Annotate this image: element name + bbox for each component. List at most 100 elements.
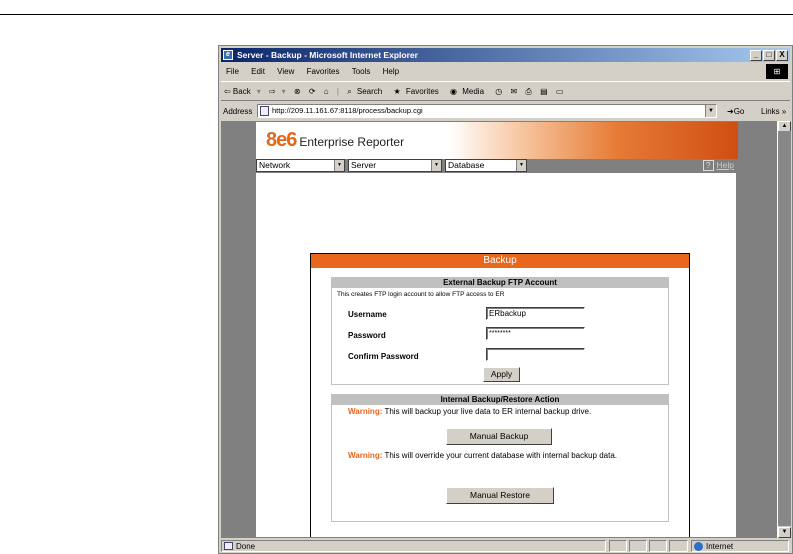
- warning-word: Warning:: [348, 407, 383, 416]
- restore-section-heading: Internal Backup/Restore Action: [332, 395, 668, 405]
- favorites-label: Favorites: [405, 87, 439, 96]
- toolbar-separator: |: [336, 87, 339, 96]
- vertical-scrollbar[interactable]: ▲ ▼: [777, 121, 791, 538]
- go-label: Go: [733, 107, 745, 116]
- history-icon[interactable]: ◷: [495, 87, 502, 96]
- restore-warning-text: This will override your current database…: [384, 451, 618, 460]
- address-input[interactable]: http://209.11.161.67:8118/process/backup…: [257, 104, 717, 118]
- print-icon[interactable]: ⎙: [525, 87, 531, 96]
- links-button[interactable]: Links »: [761, 103, 786, 120]
- ftp-account-section: External Backup FTP Account This creates…: [331, 277, 669, 385]
- status-cell: [629, 540, 647, 552]
- media-button[interactable]: ◉ Media: [450, 87, 487, 96]
- search-label: Search: [356, 87, 383, 96]
- mail-icon[interactable]: ✉: [510, 87, 517, 96]
- title-bar[interactable]: e Server - Backup - Microsoft Internet E…: [221, 48, 790, 62]
- address-label: Address: [223, 107, 253, 116]
- left-gutter: [222, 122, 256, 537]
- chevron-down-icon: ▼: [431, 160, 441, 171]
- server-dropdown[interactable]: Server ▼: [348, 159, 442, 172]
- menu-help[interactable]: Help: [383, 67, 399, 76]
- top-rule: [0, 14, 793, 15]
- menu-bar: File Edit View Favorites Tools Help: [221, 65, 790, 79]
- ie-window: e Server - Backup - Microsoft Internet E…: [218, 45, 793, 554]
- help-link[interactable]: ? Help: [702, 159, 734, 172]
- backup-warning: Warning: This will backup your live data…: [348, 407, 658, 416]
- manual-backup-button[interactable]: Manual Backup: [446, 428, 552, 445]
- edit-icon[interactable]: ▤: [540, 87, 548, 96]
- back-button[interactable]: ⇦ Back: [224, 87, 251, 96]
- page-icon: [260, 106, 269, 116]
- page-done-icon: [224, 542, 233, 550]
- database-dropdown[interactable]: Database ▼: [445, 159, 527, 172]
- help-icon: ?: [702, 160, 714, 171]
- chevron-down-icon: ▼: [334, 160, 344, 171]
- status-cell: [649, 540, 667, 552]
- confirm-password-label: Confirm Password: [348, 352, 419, 361]
- ftp-section-heading: External Backup FTP Account: [332, 278, 668, 288]
- product-name: Enterprise Reporter: [299, 135, 405, 149]
- logo: 8e6 Enterprise Reporter: [266, 129, 404, 152]
- home-icon[interactable]: ⌂: [324, 87, 329, 96]
- page-viewport: 8e6 Enterprise Reporter Network ▼ Server …: [221, 121, 777, 538]
- apply-button[interactable]: Apply: [483, 367, 520, 382]
- network-label: Network: [259, 160, 291, 170]
- zone-label: Internet: [706, 542, 734, 551]
- header-banner: 8e6 Enterprise Reporter: [256, 122, 738, 159]
- maximize-button[interactable]: □: [763, 50, 775, 61]
- scroll-down-icon[interactable]: ▼: [778, 527, 791, 538]
- globe-icon: [694, 542, 703, 551]
- database-label: Database: [448, 160, 485, 170]
- minimize-button[interactable]: _: [750, 50, 762, 61]
- nav-bar: Network ▼ Server ▼ Database ▼ ? Help: [256, 159, 738, 173]
- security-zone: Internet: [691, 540, 789, 552]
- backup-restore-section: Internal Backup/Restore Action Warning: …: [331, 394, 669, 522]
- brand-logo: 8e6: [266, 129, 297, 151]
- restore-warning: Warning: This will override your current…: [348, 451, 658, 460]
- backup-warning-text: This will backup your live data to ER in…: [384, 407, 592, 416]
- search-button[interactable]: ⌕ Search: [347, 87, 385, 96]
- help-label: Help: [716, 160, 734, 170]
- stop-icon[interactable]: ⊗: [294, 87, 301, 96]
- status-left: Done: [221, 540, 606, 552]
- ftp-note: This creates FTP login account to allow …: [337, 291, 505, 298]
- menu-edit[interactable]: Edit: [251, 67, 265, 76]
- forward-dropdown-icon[interactable]: ▾: [282, 87, 286, 96]
- manual-restore-button[interactable]: Manual Restore: [446, 487, 554, 504]
- back-dropdown-icon[interactable]: ▾: [257, 87, 261, 96]
- server-label: Server: [351, 160, 377, 170]
- menu-tools[interactable]: Tools: [352, 67, 371, 76]
- chevron-down-icon: ▼: [516, 160, 526, 171]
- menu-favorites[interactable]: Favorites: [307, 67, 340, 76]
- password-field[interactable]: ********: [486, 327, 585, 340]
- menu-file[interactable]: File: [226, 67, 239, 76]
- username-field[interactable]: ERbackup: [486, 307, 585, 320]
- confirm-password-field[interactable]: [486, 348, 585, 361]
- window-controls: _ □ X: [750, 50, 788, 61]
- favorites-button[interactable]: ★ Favorites: [393, 87, 441, 96]
- address-url: http://209.11.161.67:8118/process/backup…: [272, 106, 423, 115]
- address-dropdown-icon[interactable]: ▼: [705, 105, 716, 117]
- toolbar: ⇦ Back ▾ ⇨ ▾ ⊗ ⟳ ⌂ | ⌕ Search ★ Favorites …: [221, 81, 790, 101]
- backup-panel: Backup External Backup FTP Account This …: [310, 253, 690, 537]
- status-text: Done: [236, 542, 256, 551]
- ie-icon: e: [223, 50, 233, 60]
- warning-word: Warning:: [348, 451, 383, 460]
- discuss-icon[interactable]: ▭: [556, 87, 564, 96]
- panel-title: Backup: [311, 254, 689, 268]
- status-cell: [669, 540, 688, 552]
- window-title: Server - Backup - Microsoft Internet Exp…: [237, 50, 418, 60]
- forward-button[interactable]: ⇨: [269, 87, 276, 96]
- username-label: Username: [348, 310, 387, 319]
- network-dropdown[interactable]: Network ▼: [256, 159, 345, 172]
- status-cell: [609, 540, 627, 552]
- windows-logo-icon: ⊞: [766, 64, 788, 79]
- scroll-thumb[interactable]: [778, 131, 791, 526]
- go-button[interactable]: ➜Go: [727, 103, 744, 120]
- close-button[interactable]: X: [776, 50, 788, 61]
- status-bar: Done Internet: [221, 540, 790, 552]
- media-label: Media: [462, 87, 485, 96]
- refresh-icon[interactable]: ⟳: [309, 87, 316, 96]
- menu-view[interactable]: View: [277, 67, 294, 76]
- address-bar: Address http://209.11.161.67:8118/proces…: [221, 103, 790, 120]
